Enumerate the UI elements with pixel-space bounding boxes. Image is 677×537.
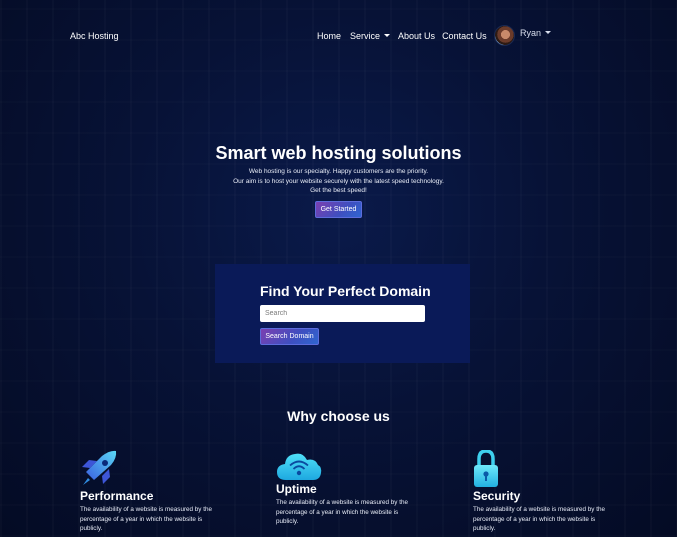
why-choose-us-heading: Why choose us bbox=[287, 408, 390, 424]
search-domain-button[interactable]: Search Domain bbox=[260, 328, 319, 345]
rocket-icon bbox=[80, 450, 126, 488]
avatar bbox=[494, 25, 515, 46]
nav-link-service-label: Service bbox=[350, 31, 381, 41]
navbar: Abc Hosting Home Service About Us Contac… bbox=[0, 0, 677, 72]
get-started-button[interactable]: Get Started bbox=[315, 200, 362, 218]
feature-description: The availability of a website is measure… bbox=[473, 506, 605, 532]
chevron-down-icon bbox=[384, 34, 391, 37]
hero-text-line: Web hosting is our specialty. Happy cust… bbox=[248, 168, 429, 175]
hero-section: Smart web hosting solutions Web hosting … bbox=[0, 140, 677, 218]
feature-description: The availability of a website is measure… bbox=[276, 499, 408, 525]
nav-link-about[interactable]: About Us bbox=[398, 31, 435, 41]
nav-link-home[interactable]: Home bbox=[317, 31, 341, 41]
hero-title: Smart web hosting solutions bbox=[215, 143, 462, 163]
cloud-icon bbox=[276, 450, 322, 488]
hero-text-line: Our aim is to host your website securely… bbox=[233, 177, 444, 185]
feature-description: The availability of a website is measure… bbox=[80, 506, 212, 532]
nav-link-service[interactable]: Service bbox=[350, 31, 391, 41]
nav-links: Home Service About Us Contact Us bbox=[317, 31, 487, 41]
feature-title: Security bbox=[473, 489, 521, 503]
domain-search-input[interactable] bbox=[260, 305, 425, 322]
chevron-down-icon bbox=[545, 31, 552, 34]
feature-performance: Performance The availability of a websit… bbox=[80, 450, 220, 534]
domain-search-panel: Find Your Perfect Domain Search Domain bbox=[215, 264, 470, 363]
user-menu[interactable]: Ryan bbox=[494, 25, 552, 46]
feature-title: Performance bbox=[80, 489, 154, 503]
domain-search-title: Find Your Perfect Domain bbox=[260, 283, 431, 299]
nav-link-contact[interactable]: Contact Us bbox=[442, 31, 487, 41]
brand-logo-text[interactable]: Abc Hosting bbox=[70, 31, 119, 41]
feature-security: Security The availability of a website i… bbox=[473, 449, 613, 534]
user-name: Ryan bbox=[520, 27, 542, 38]
padlock-icon bbox=[473, 449, 519, 488]
feature-uptime: Uptime The availability of a website is … bbox=[276, 450, 416, 527]
hero-text-line: Get the best speed! bbox=[310, 187, 367, 194]
